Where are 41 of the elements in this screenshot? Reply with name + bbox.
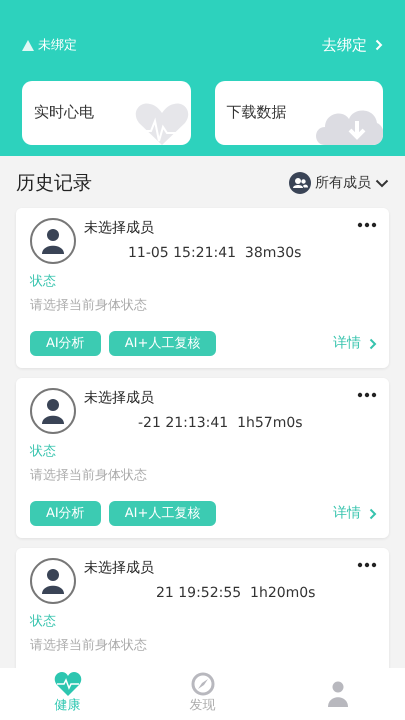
- status-label: 状态: [30, 613, 56, 631]
- more-button[interactable]: [357, 392, 377, 398]
- record-time: -21 21:13:41 1h57m0s: [138, 414, 303, 433]
- ai-button[interactable]: AI分析: [30, 501, 101, 526]
- compass-icon: [190, 672, 214, 696]
- details-link[interactable]: 详情: [333, 503, 377, 524]
- status-hint: 请选择当前身体状态: [30, 466, 147, 484]
- record-time: 21 19:52:55 1h20m0s: [156, 584, 316, 603]
- member-name: 未选择成员: [84, 389, 154, 408]
- chevron-right-icon: [375, 39, 383, 52]
- chevron-right-icon: [369, 338, 377, 350]
- more-button[interactable]: [357, 222, 377, 228]
- person-icon: [326, 681, 348, 707]
- warning-icon: [22, 40, 34, 51]
- member-filter[interactable]: 所有成员: [289, 172, 389, 194]
- ai-button[interactable]: AI+人工复核: [108, 331, 216, 356]
- ai-button[interactable]: AI+人工复核: [108, 501, 216, 526]
- chevron-down-icon: [375, 178, 389, 188]
- section-title: 历史记录: [16, 170, 92, 196]
- avatar-icon: [30, 218, 76, 264]
- more-button[interactable]: [357, 562, 377, 568]
- chevron-right-icon: [369, 508, 377, 520]
- member-name: 未选择成员: [84, 559, 154, 578]
- record-time: 11-05 15:21:41 38m30s: [128, 244, 302, 263]
- quick-card[interactable]: 下载数据: [214, 80, 383, 144]
- member-name: 未选择成员: [84, 219, 154, 238]
- quick-card[interactable]: 实时心电: [22, 80, 190, 144]
- tab[interactable]: 健康: [0, 668, 135, 720]
- status-label: 状态: [30, 443, 56, 461]
- tab[interactable]: 发现: [135, 668, 270, 720]
- avatar-icon: [30, 558, 76, 604]
- avatar-icon: [30, 388, 76, 434]
- status-hint: 请选择当前身体状态: [30, 636, 147, 654]
- heart-icon: [54, 672, 82, 696]
- status-hint: 请选择当前身体状态: [30, 296, 147, 314]
- binding-status: 未绑定: [38, 36, 77, 54]
- group-icon: [289, 172, 311, 194]
- details-link[interactable]: 详情: [333, 333, 377, 354]
- status-label: 状态: [30, 273, 56, 291]
- ai-button[interactable]: AI分析: [30, 331, 101, 356]
- bind-link[interactable]: 去绑定: [322, 34, 383, 56]
